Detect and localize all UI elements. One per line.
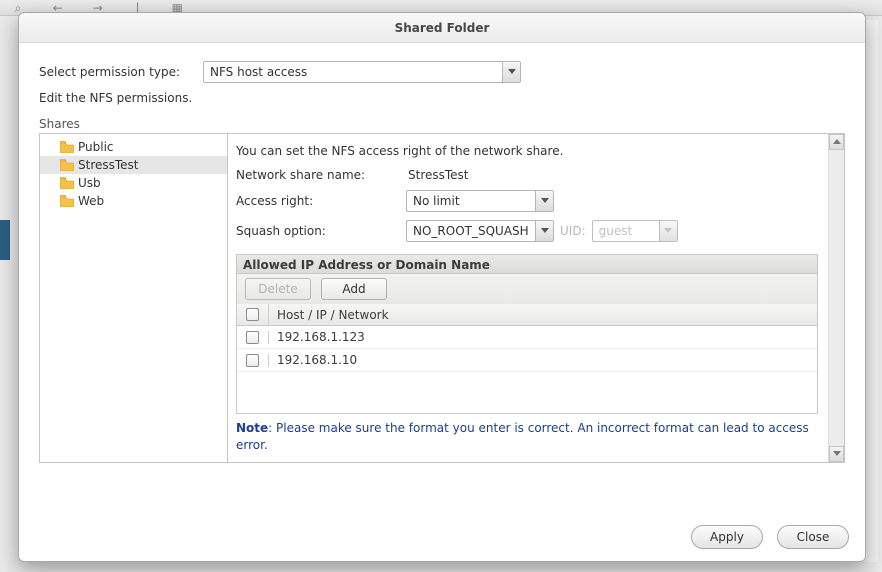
share-name-label: Network share name: xyxy=(236,168,406,182)
ip-panel-toolbar: Delete Add xyxy=(236,274,818,304)
permission-type-label: Select permission type: xyxy=(39,65,203,79)
apply-button[interactable]: Apply xyxy=(691,525,763,549)
folder-icon xyxy=(60,177,74,189)
squash-label: Squash option: xyxy=(236,224,406,238)
uid-value: guest xyxy=(599,224,633,238)
shares-label: Shares xyxy=(39,117,845,131)
tree-item-label: Web xyxy=(78,194,104,208)
host-column-header[interactable]: Host / IP / Network xyxy=(269,304,817,325)
share-name-row: Network share name: StressTest xyxy=(236,168,818,182)
dialog-title: Shared Folder xyxy=(19,13,865,43)
intro-text: You can set the NFS access right of the … xyxy=(236,142,818,160)
access-right-select[interactable]: No limit xyxy=(406,190,554,212)
chevron-down-icon xyxy=(659,221,677,241)
permission-type-value: NFS host access xyxy=(210,65,307,79)
host-cell: 192.168.1.10 xyxy=(269,353,817,367)
note-text: Note: Please make sure the format you en… xyxy=(236,420,818,454)
host-cell: 192.168.1.123 xyxy=(269,330,817,344)
scroll-down-icon[interactable] xyxy=(829,446,844,462)
left-accent xyxy=(0,220,10,260)
uid-select: guest xyxy=(592,220,678,242)
dialog-content: Select permission type: NFS host access … xyxy=(19,43,865,513)
dialog-footer: Apply Close xyxy=(19,513,865,561)
shared-folder-dialog: Shared Folder Select permission type: NF… xyxy=(18,12,866,562)
chevron-down-icon xyxy=(535,221,553,241)
checkbox-icon[interactable] xyxy=(246,354,259,367)
tree-item-public[interactable]: Public xyxy=(40,138,227,156)
scrollbar[interactable] xyxy=(828,134,844,462)
folder-icon xyxy=(60,195,74,207)
row-checkbox-cell[interactable] xyxy=(237,331,269,344)
main-frame: Public StressTest Usb xyxy=(39,133,845,463)
checkbox-icon[interactable] xyxy=(246,308,259,321)
folder-icon xyxy=(60,159,74,171)
details-pane: You can set the NFS access right of the … xyxy=(228,134,844,462)
table-header: Host / IP / Network xyxy=(237,304,817,326)
squash-value: NO_ROOT_SQUASH xyxy=(413,224,529,238)
row-checkbox-cell[interactable] xyxy=(237,354,269,367)
share-name-value: StressTest xyxy=(406,168,469,182)
tree-item-label: StressTest xyxy=(78,158,139,172)
access-right-label: Access right: xyxy=(236,194,406,208)
tree-item-usb[interactable]: Usb xyxy=(40,174,227,192)
ip-panel-title: Allowed IP Address or Domain Name xyxy=(236,254,818,274)
add-button[interactable]: Add xyxy=(321,278,387,300)
access-right-row: Access right: No limit xyxy=(236,190,818,212)
tree-item-label: Usb xyxy=(78,176,101,190)
table-row[interactable]: 192.168.1.10 xyxy=(237,349,817,372)
folder-icon xyxy=(60,141,74,153)
tree-item-label: Public xyxy=(78,140,114,154)
checkbox-icon[interactable] xyxy=(246,331,259,344)
table-row[interactable]: 192.168.1.123 xyxy=(237,326,817,349)
squash-row: Squash option: NO_ROOT_SQUASH UID: guest xyxy=(236,220,818,242)
permission-type-row: Select permission type: NFS host access xyxy=(39,61,845,83)
permission-type-select[interactable]: NFS host access xyxy=(203,61,521,83)
shares-tree[interactable]: Public StressTest Usb xyxy=(40,134,228,462)
tree-item-stresstest[interactable]: StressTest xyxy=(40,156,227,174)
squash-select[interactable]: NO_ROOT_SQUASH xyxy=(406,220,554,242)
chevron-down-icon xyxy=(535,191,553,211)
scroll-up-icon[interactable] xyxy=(829,134,844,150)
edit-help-text: Edit the NFS permissions. xyxy=(39,91,845,105)
ip-table: Host / IP / Network 192.168.1.123 xyxy=(236,304,818,414)
uid-label: UID: xyxy=(560,224,586,238)
chevron-down-icon xyxy=(502,62,520,82)
delete-button: Delete xyxy=(245,278,311,300)
note-label: Note xyxy=(236,421,268,435)
note-body: : Please make sure the format you enter … xyxy=(236,421,809,452)
tree-item-web[interactable]: Web xyxy=(40,192,227,210)
close-button[interactable]: Close xyxy=(777,525,849,549)
select-all-column[interactable] xyxy=(237,304,269,325)
access-right-value: No limit xyxy=(413,194,460,208)
